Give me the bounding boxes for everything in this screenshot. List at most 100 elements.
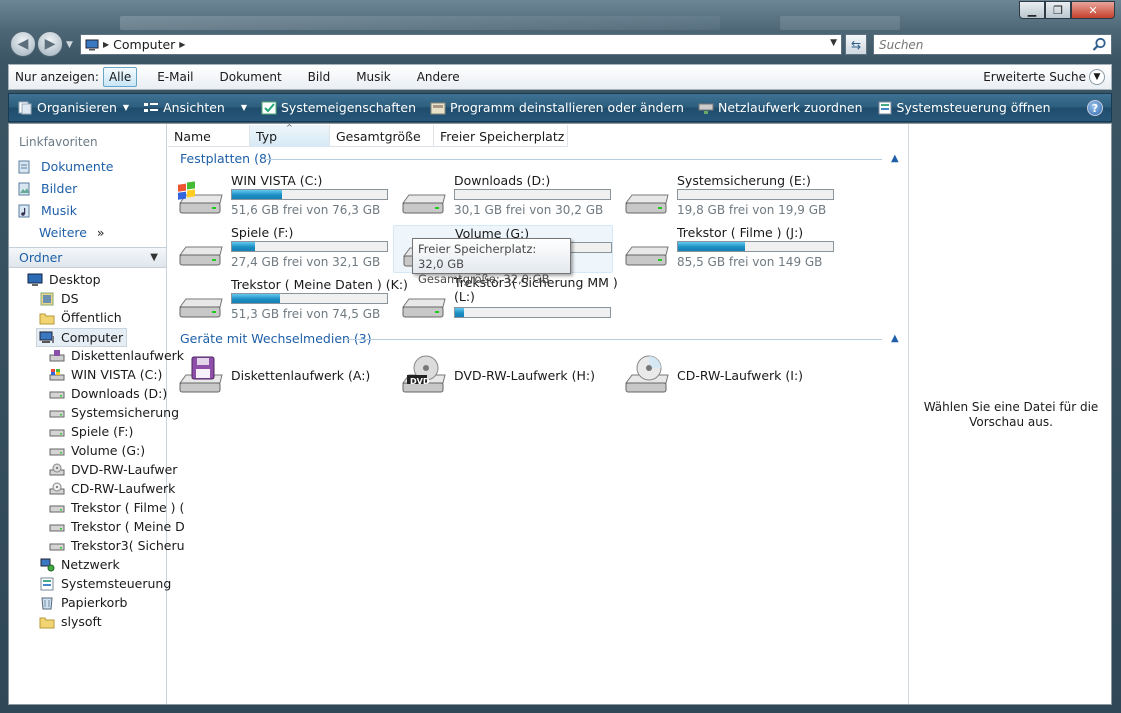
tree-item-drive-f[interactable]: Spiele (F:) (49, 424, 133, 439)
close-button[interactable]: ✕ (1071, 1, 1115, 19)
drive-tile-c[interactable]: WIN VISTA (C:) 51,6 GB frei von 76,3 GB (170, 173, 390, 221)
uninstall-program-button[interactable]: Programm deinstallieren oder ändern (430, 100, 684, 115)
column-total-size[interactable]: Gesamtgröße (330, 125, 434, 147)
hard-drive-icon (49, 448, 65, 455)
group-divider (346, 339, 882, 340)
free-space-text: 51,3 GB frei von 74,5 GB (231, 307, 381, 321)
device-tile-a[interactable]: Diskettenlaufwerk (A:) (170, 353, 390, 397)
file-list-pane: Name Typ ^ Gesamtgröße Freier Speicherpl… (168, 123, 908, 704)
tree-item-floppy[interactable]: Diskettenlaufwerk (49, 348, 184, 363)
tree-item-drive-i[interactable]: CD-RW-Laufwerk (49, 481, 175, 496)
system-properties-button[interactable]: Systemeigenschaften (261, 100, 416, 115)
tree-item-drive-k[interactable]: Trekstor ( Meine D (49, 519, 185, 534)
breadcrumb-computer[interactable]: Computer (113, 37, 175, 52)
column-free-space[interactable]: Freier Speicherplatz (434, 125, 568, 147)
filter-email-button[interactable]: E-Mail (151, 67, 199, 87)
floppy-icon (179, 356, 223, 393)
tree-item-drive-c[interactable]: WIN VISTA (C:) (49, 367, 162, 382)
tree-item-label: DS (61, 291, 79, 306)
control-panel-icon (40, 577, 54, 590)
views-button[interactable]: Ansichten ▼ (143, 100, 247, 115)
folder-icon (39, 617, 55, 628)
search-icon[interactable] (1092, 37, 1107, 52)
capacity-bar-fill (232, 242, 256, 251)
help-icon[interactable]: ? (1087, 100, 1103, 116)
map-network-drive-button[interactable]: Netzlaufwerk zuordnen (698, 100, 863, 115)
tree-item-label: Spiele (F:) (71, 424, 134, 439)
refresh-icon: ⇆ (850, 37, 862, 52)
favorite-documents-label: Dokumente (41, 159, 114, 174)
column-type[interactable]: Typ ^ (250, 123, 330, 147)
tree-item-drive-l[interactable]: Trekstor3( Sicheru (49, 538, 185, 553)
tree-item-ds[interactable]: DS (39, 291, 79, 306)
tree-item-drive-e[interactable]: Systemsicherung (49, 405, 179, 420)
tree-item-public[interactable]: Öffentlich (39, 310, 122, 325)
search-input[interactable] (874, 35, 1084, 54)
maximize-button[interactable]: ❐ (1045, 1, 1071, 19)
tree-item-drive-g[interactable]: Volume (G:) (49, 443, 145, 458)
tree-item-desktop[interactable]: Desktop (27, 272, 101, 287)
column-headers: Name Typ ^ Gesamtgröße Freier Speicherpl… (168, 123, 568, 147)
open-control-panel-button[interactable]: Systemsteuerung öffnen (877, 100, 1051, 115)
device-tile-i[interactable]: CD-RW-Laufwerk (I:) (616, 353, 836, 397)
drive-tile-d[interactable]: Downloads (D:) 30,1 GB frei von 30,2 GB (393, 173, 613, 221)
drive-tile-j[interactable]: Trekstor ( Filme ) (J:) 85,5 GB frei von… (616, 225, 836, 273)
map-network-drive-label: Netzlaufwerk zuordnen (717, 100, 863, 115)
group-title: Geräte mit Wechselmedien (3) (180, 331, 372, 346)
folders-header[interactable]: Ordner ▼ (9, 247, 166, 268)
refresh-button[interactable]: ⇆ (845, 34, 867, 55)
address-dropdown-icon[interactable]: ▼ (830, 38, 837, 48)
tree-item-recycle-bin[interactable]: Papierkorb (39, 595, 127, 610)
dvd-drive-icon (49, 463, 65, 475)
group-header-removable[interactable]: Geräte mit Wechselmedien (3) (180, 331, 372, 346)
search-box[interactable] (873, 34, 1112, 55)
favorite-documents[interactable]: Dokumente (17, 159, 113, 174)
filter-document-button[interactable]: Dokument (214, 67, 288, 87)
hard-drive-icon (179, 298, 223, 318)
filter-other-button[interactable]: Andere (411, 67, 466, 87)
forward-button[interactable]: ▶ (37, 31, 63, 57)
collapse-group-icon[interactable]: ▲ (891, 153, 899, 164)
capacity-bar-fill (678, 242, 745, 251)
favorite-music[interactable]: Musik (17, 203, 77, 218)
device-tile-h[interactable]: DVD DVD-RW-Laufwerk (H:) (393, 353, 613, 397)
hard-drive-icon (402, 194, 446, 214)
tree-item-label: Papierkorb (61, 595, 128, 610)
tree-item-drive-h[interactable]: DVD-RW-Laufwer (49, 462, 177, 477)
drive-tile-f[interactable]: Spiele (F:) 27,4 GB frei von 32,1 GB (170, 225, 390, 273)
tree-item-slysoft[interactable]: slysoft (39, 614, 102, 629)
tree-item-computer[interactable]: Computer (36, 328, 128, 347)
hard-drive-icon (49, 543, 65, 550)
user-folder-icon (40, 292, 54, 305)
hard-drive-icon (49, 429, 65, 436)
column-name[interactable]: Name (168, 125, 250, 147)
address-bar[interactable]: ▶ Computer ▶ ▼ (80, 34, 842, 55)
tree-item-drive-d[interactable]: Downloads (D:) (49, 386, 167, 401)
tree-item-drive-j[interactable]: Trekstor ( Filme ) ( (49, 500, 184, 515)
history-dropdown-icon[interactable]: ▼ (66, 40, 73, 50)
collapse-group-icon[interactable]: ▲ (891, 333, 899, 344)
group-header-hard-disks[interactable]: Festplatten (8) (180, 151, 272, 166)
favorite-pictures[interactable]: Bilder (17, 181, 77, 196)
breadcrumb-separator-icon[interactable]: ▶ (179, 40, 185, 49)
drive-tile-k[interactable]: Trekstor ( Meine Daten ) (K:) 51,3 GB fr… (170, 277, 408, 325)
advanced-search-button[interactable]: Erweiterte Suche ▼ (983, 69, 1105, 85)
more-favorites-link[interactable]: Weitere » (39, 225, 105, 240)
filter-picture-button[interactable]: Bild (302, 67, 337, 87)
organize-button[interactable]: Organisieren ▼ (17, 100, 129, 115)
preview-pane: Wählen Sie eine Datei für die Vorschau a… (908, 124, 1111, 704)
filter-music-button[interactable]: Musik (350, 67, 397, 87)
command-bar: Organisieren ▼ Ansichten ▼ Systemeigenscha… (8, 93, 1112, 122)
breadcrumb-separator-icon[interactable]: ▶ (103, 40, 109, 49)
tree-item-control-panel[interactable]: Systemsteuerung (39, 576, 171, 591)
filter-all-button[interactable]: Alle (102, 67, 138, 87)
capacity-bar (677, 189, 834, 200)
tree-item-network[interactable]: Netzwerk (39, 557, 120, 572)
back-arrow-icon: ◀ (17, 36, 29, 52)
favorites-heading: Linkfavoriten (19, 135, 98, 149)
cd-drive-icon (49, 482, 65, 494)
back-button[interactable]: ◀ (10, 31, 36, 57)
drive-tile-e[interactable]: Systemsicherung (E:) 19,8 GB frei von 19… (616, 173, 836, 221)
minimize-button[interactable]: ▁ (1019, 1, 1045, 19)
group-title: Festplatten (8) (180, 151, 272, 166)
